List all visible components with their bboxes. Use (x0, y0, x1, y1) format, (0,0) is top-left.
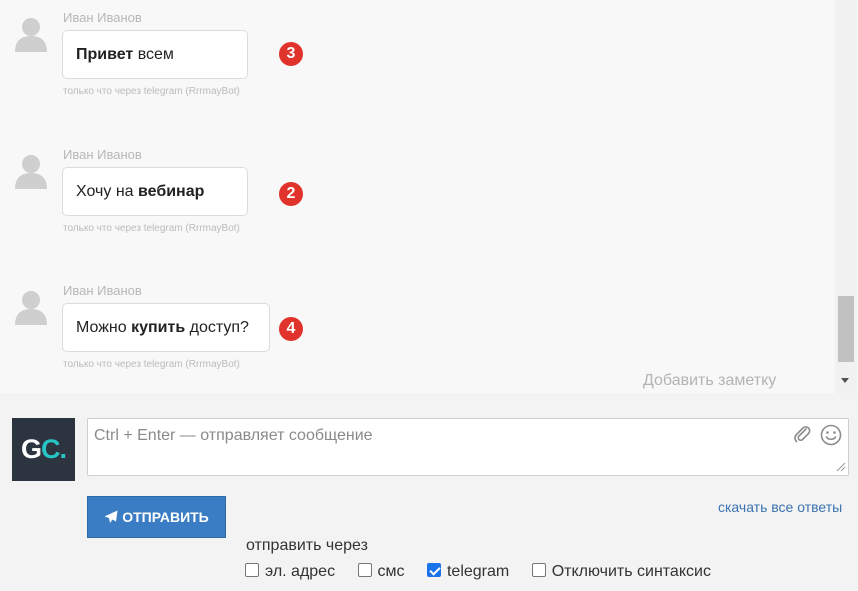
channel-option-email[interactable]: эл. адрес (245, 563, 335, 581)
channel-label: смс (377, 563, 405, 580)
send-via-label: отправить через (246, 537, 368, 554)
channel-option-telegram[interactable]: telegram (426, 563, 510, 581)
smile-icon[interactable] (820, 424, 842, 446)
channel-label: Отключить синтаксис (551, 563, 711, 580)
send-button[interactable]: ОТПРАВИТЬ (87, 496, 226, 538)
message-input[interactable]: Ctrl + Enter — отправляет сообщение (87, 418, 849, 476)
message-author: Иван Иванов (63, 10, 142, 25)
disable-syntax-checkbox[interactable] (531, 563, 546, 577)
message-text: Можно (76, 319, 132, 336)
message-meta: только что через telegram (RrrmayBot) (63, 86, 240, 97)
paper-plane-icon (104, 510, 118, 523)
logo-letter-c: C (41, 434, 60, 464)
scroll-down-arrow-icon[interactable] (841, 378, 849, 383)
number-badge: 3 (279, 42, 303, 66)
message-bubble: Привет всем (62, 30, 248, 79)
message-text-bold: вебинар (138, 183, 205, 200)
channel-label: эл. адрес (265, 563, 336, 580)
scrollbar-thumb[interactable] (838, 296, 854, 362)
channel-option-sms[interactable]: смс (357, 563, 405, 581)
message-meta: только что через telegram (RrrmayBot) (63, 223, 240, 234)
paperclip-icon[interactable] (792, 424, 812, 444)
logo-letter-g: G (20, 434, 42, 464)
sms-checkbox[interactable] (357, 563, 372, 577)
telegram-checkbox[interactable] (426, 563, 441, 577)
add-note-link[interactable]: Добавить заметку (643, 372, 776, 390)
message-text: всем (133, 46, 174, 63)
user-avatar-icon (15, 155, 47, 189)
message-bubble: Можно купить доступ? (62, 303, 270, 352)
message-text: доступ? (185, 319, 249, 336)
chat-history[interactable]: Иван Иванов Привет всем 3 только что чер… (0, 0, 858, 393)
logo-dot: . (59, 434, 67, 464)
gc-logo: GC. (12, 418, 75, 481)
chat-scrollbar[interactable] (835, 0, 857, 393)
user-avatar-icon (15, 18, 47, 52)
user-avatar-icon (15, 291, 47, 325)
resize-handle-icon[interactable] (836, 462, 846, 472)
number-badge: 2 (279, 182, 303, 206)
message-author: Иван Иванов (63, 147, 142, 162)
channel-options: эл. адрес смс telegram Отключить синтакс… (245, 563, 729, 581)
download-all-answers-link[interactable]: скачать все ответы (718, 499, 842, 515)
message-author: Иван Иванов (63, 283, 142, 298)
channel-label: telegram (446, 563, 510, 580)
message-text: Хочу на (76, 183, 138, 200)
message-meta: только что через telegram (RrrmayBot) (63, 359, 240, 370)
message-text-bold: Привет (76, 46, 134, 63)
number-badge: 4 (279, 317, 303, 341)
send-button-label: ОТПРАВИТЬ (122, 509, 209, 525)
channel-option-disable-syntax[interactable]: Отключить синтаксис (531, 563, 711, 581)
message-bubble: Хочу на вебинар (62, 167, 248, 216)
message-text-bold: купить (131, 319, 186, 336)
email-checkbox[interactable] (245, 563, 259, 577)
